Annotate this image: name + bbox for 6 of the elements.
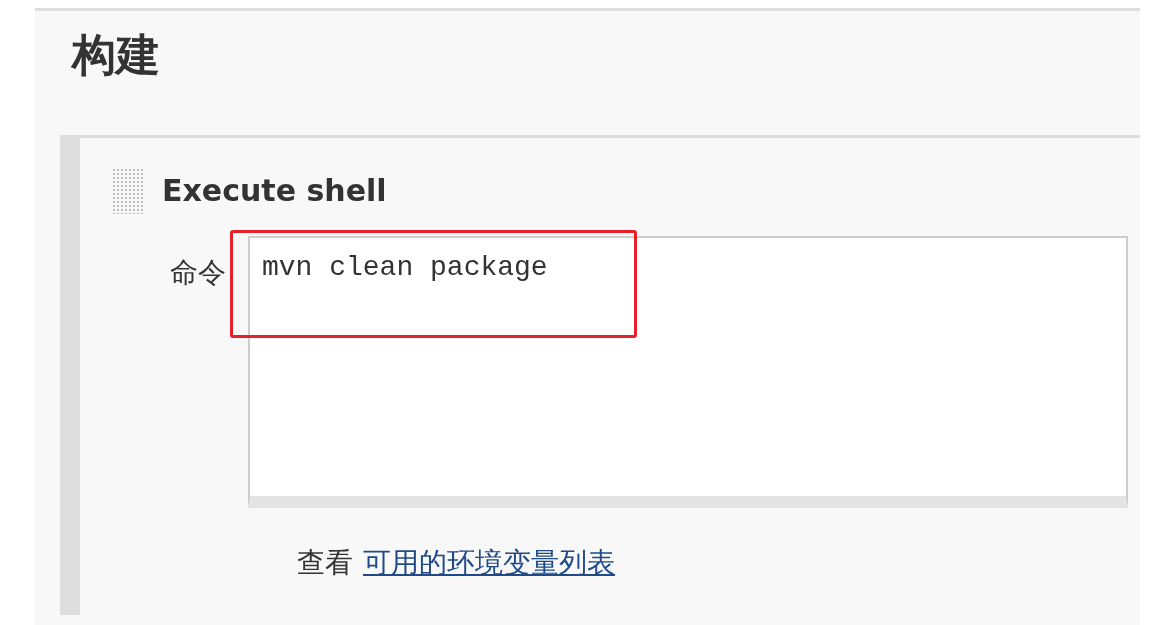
section-title: 构建 — [72, 29, 160, 82]
command-field[interactable]: mvn clean package — [248, 235, 1128, 508]
step-title: Execute shell — [162, 173, 387, 209]
help-text: 查看 — [297, 544, 353, 581]
help-link[interactable]: 可用的环境变量列表 — [363, 543, 615, 582]
field-label: 命令 — [169, 254, 226, 291]
